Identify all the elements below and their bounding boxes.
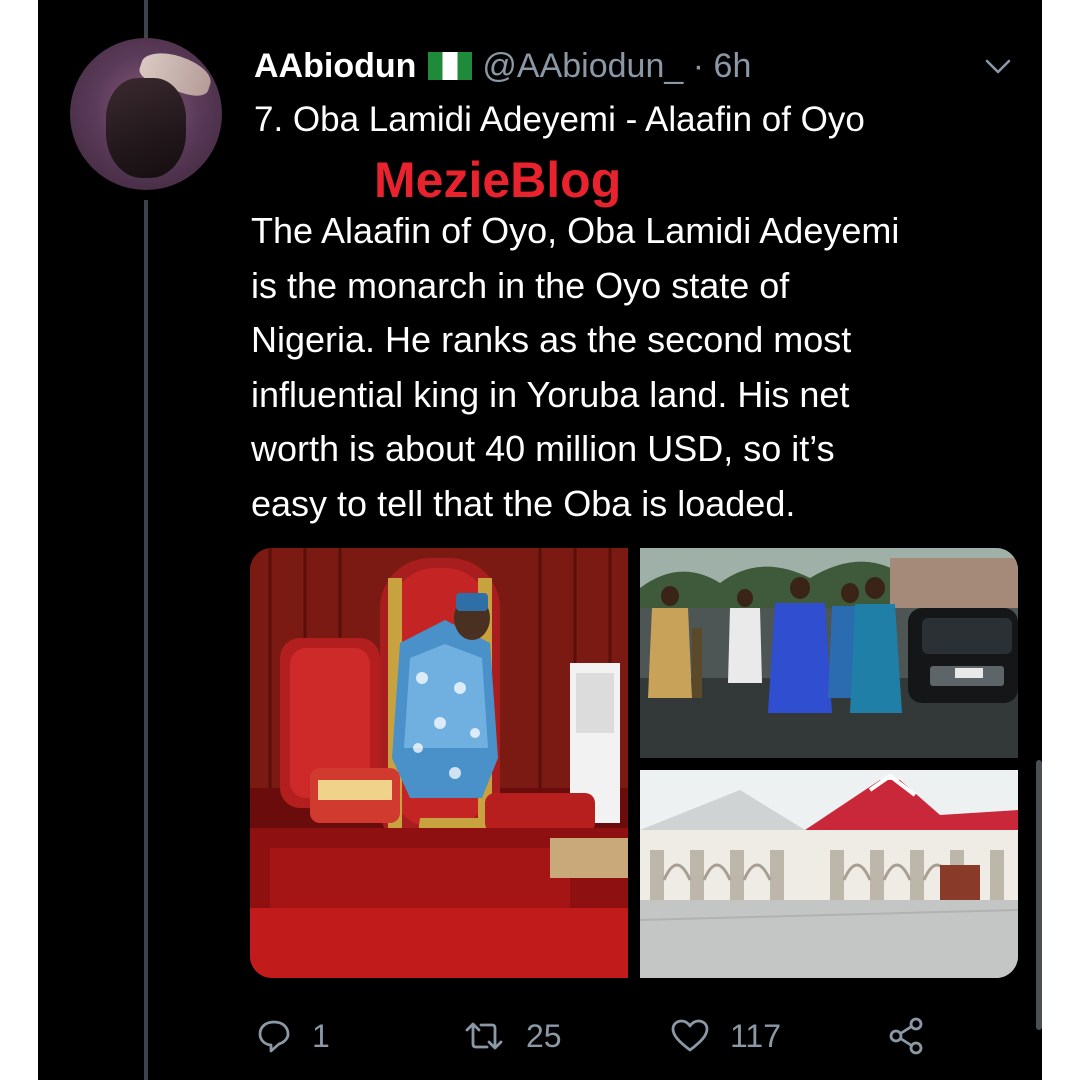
- photo-oba-on-throne[interactable]: [250, 548, 628, 978]
- reply-count: 1: [312, 1017, 330, 1054]
- tweet-header: AAbiodun @AAbiodun_ · 6h: [254, 46, 751, 86]
- throne-scene: [250, 548, 628, 978]
- author-handle[interactable]: @AAbiodun_: [482, 47, 683, 85]
- thread-line-lower: [144, 200, 148, 1080]
- watermark: MezieBlog: [374, 152, 622, 208]
- retweet-count: 25: [526, 1017, 562, 1054]
- like-count: 117: [730, 1017, 782, 1054]
- tweet-actions: 1 25 117: [256, 1008, 956, 1064]
- body-line: Nigeria. He ranks as the second most: [251, 319, 852, 361]
- avatar-face: [106, 78, 186, 178]
- body-line: is the monarch in the Oyo state of: [251, 264, 790, 306]
- body-line: influential king in Yoruba land. His net: [251, 373, 850, 415]
- tweet-body: The Alaafin of Oyo, Oba Lamidi Adeyemi i…: [251, 204, 1021, 532]
- image-frame: AAbiodun @AAbiodun_ · 6h 7. Oba Lamidi Ad…: [0, 0, 1080, 1080]
- chevron-down-icon[interactable]: [984, 52, 1012, 80]
- share-button[interactable]: [886, 1008, 926, 1064]
- tweet-time[interactable]: 6h: [714, 47, 752, 85]
- photo-palace-building[interactable]: [640, 770, 1018, 978]
- nigeria-flag-icon: [428, 52, 473, 80]
- heart-icon: [671, 1019, 709, 1052]
- share-icon: [889, 1017, 923, 1055]
- photo-oba-entourage[interactable]: [640, 548, 1018, 758]
- scrollbar[interactable]: [1036, 760, 1042, 1030]
- tweet-title-line: 7. Oba Lamidi Adeyemi - Alaafin of Oyo: [254, 100, 865, 139]
- like-button[interactable]: 117: [670, 1008, 781, 1064]
- author-name[interactable]: AAbiodun: [254, 47, 416, 85]
- thread-line-upper: [144, 0, 148, 38]
- palace-scene: [640, 770, 1018, 978]
- retweet-icon: [465, 1022, 503, 1050]
- avatar[interactable]: [70, 38, 222, 190]
- reply-button[interactable]: 1: [256, 1008, 330, 1064]
- separator-dot: ·: [692, 47, 705, 85]
- body-line: worth is about 40 million USD, so it’s: [251, 428, 835, 470]
- body-line: The Alaafin of Oyo, Oba Lamidi Adeyemi: [251, 210, 900, 251]
- body-line: easy to tell that the Oba is loaded.: [251, 482, 796, 524]
- retweet-button[interactable]: 25: [462, 1008, 562, 1064]
- entourage-scene: [640, 548, 1018, 758]
- tweet-screen: AAbiodun @AAbiodun_ · 6h 7. Oba Lamidi Ad…: [38, 0, 1042, 1080]
- media-grid: [250, 548, 1018, 978]
- reply-icon: [258, 1020, 290, 1053]
